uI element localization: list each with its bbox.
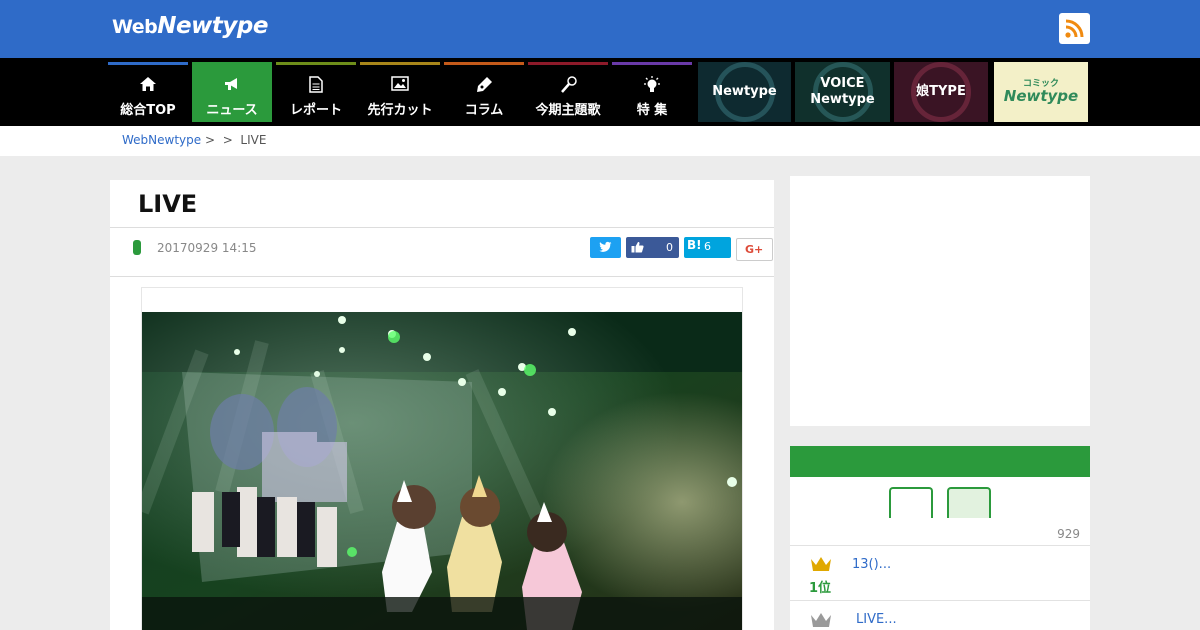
nav-color-bar bbox=[444, 62, 524, 65]
nav-color-bar bbox=[192, 62, 272, 65]
twitter-share-button[interactable] bbox=[590, 237, 621, 258]
hatena-count: 6 bbox=[704, 240, 711, 253]
logo-newtype-text: Newtype bbox=[157, 13, 268, 39]
banner-comic-newtype[interactable]: コミック Newtype bbox=[994, 62, 1088, 122]
hatena-bookmark-icon: B! bbox=[687, 238, 702, 252]
global-nav: 総合TOP ニュース レポート 先行カット コラム 今期主題歌 特 集 Newt… bbox=[0, 58, 1200, 126]
banner-musume-type[interactable]: 娘TYPE bbox=[894, 62, 988, 122]
hatena-bookmark-button[interactable]: B! 6 bbox=[684, 237, 731, 258]
nav-label: 特 集 bbox=[636, 103, 668, 118]
nav-label: コラム bbox=[464, 103, 504, 118]
pen-icon bbox=[476, 77, 492, 92]
logo-web-text: Web bbox=[112, 16, 158, 38]
banner-label-line1: VOICE bbox=[820, 75, 865, 91]
nav-item-report[interactable]: レポート bbox=[276, 62, 356, 122]
google-plus-button[interactable]: G+ bbox=[736, 238, 773, 261]
breadcrumb-separator: > bbox=[204, 133, 216, 147]
breadcrumb: WebNewtype > > LIVE bbox=[122, 133, 266, 147]
ranking-tab-active[interactable] bbox=[947, 487, 991, 518]
nav-item-preview-cut[interactable]: 先行カット bbox=[360, 62, 440, 122]
nav-color-bar bbox=[528, 62, 608, 65]
nav-label: 今期主題歌 bbox=[535, 103, 601, 118]
home-icon bbox=[140, 77, 156, 91]
rss-button[interactable] bbox=[1059, 13, 1090, 44]
ranking-item-title[interactable]: LIVE... bbox=[856, 612, 897, 627]
nav-label: 総合TOP bbox=[120, 103, 176, 118]
concert-photo bbox=[142, 312, 742, 630]
document-icon bbox=[309, 76, 323, 93]
banner-newtype[interactable]: Newtype bbox=[698, 62, 791, 122]
breadcrumb-separator: > bbox=[222, 133, 233, 147]
nav-item-feature[interactable]: 特 集 bbox=[612, 62, 692, 122]
nav-color-bar bbox=[360, 62, 440, 65]
ranking-widget: 929 1位 13()... LIVE... bbox=[790, 446, 1090, 630]
divider bbox=[790, 600, 1090, 601]
crown-icon bbox=[811, 613, 831, 627]
google-plus-icon: G+ bbox=[745, 243, 764, 256]
banner-voice-newtype[interactable]: VOICE Newtype bbox=[795, 62, 890, 122]
nav-label: レポート bbox=[289, 103, 342, 118]
nav-label: ニュース bbox=[206, 103, 258, 118]
banner-label: Newtype bbox=[712, 83, 777, 99]
breadcrumb-home-link[interactable]: WebNewtype bbox=[122, 133, 201, 147]
nav-color-bar bbox=[612, 62, 692, 65]
ranking-tab[interactable] bbox=[889, 487, 933, 518]
nav-color-bar bbox=[276, 62, 356, 65]
crown-icon bbox=[811, 557, 831, 571]
banner-label-main: Newtype bbox=[1003, 87, 1079, 105]
nav-color-bar bbox=[108, 62, 188, 65]
microphone-icon bbox=[560, 76, 577, 93]
divider bbox=[790, 545, 1090, 546]
ad-slot bbox=[790, 176, 1090, 426]
category-marker bbox=[133, 240, 141, 255]
breadcrumb-current: LIVE bbox=[240, 133, 267, 147]
article-card: LIVE 20170929 14:15 0 B! 6 G+ bbox=[110, 180, 774, 630]
nav-item-news[interactable]: ニュース bbox=[192, 62, 272, 122]
nav-item-top[interactable]: 総合TOP bbox=[108, 62, 188, 122]
article-date: 20170929 14:15 bbox=[157, 241, 257, 255]
nav-item-column[interactable]: コラム bbox=[444, 62, 524, 122]
site-header: WebNewtype bbox=[0, 0, 1200, 58]
thumbs-up-icon bbox=[631, 241, 644, 253]
like-count: 0 bbox=[666, 241, 673, 254]
rss-icon bbox=[1065, 19, 1084, 38]
divider bbox=[110, 227, 774, 228]
nav-item-theme-song[interactable]: 今期主題歌 bbox=[528, 62, 608, 122]
megaphone-icon bbox=[225, 78, 237, 90]
ranking-count: 929 bbox=[1057, 527, 1080, 541]
site-logo[interactable]: WebNewtype bbox=[112, 13, 268, 39]
image-icon bbox=[391, 76, 409, 91]
nav-label: 先行カット bbox=[367, 103, 433, 118]
banner-label-line2: Newtype bbox=[810, 92, 875, 107]
ranking-header bbox=[790, 446, 1090, 477]
article-photo[interactable] bbox=[142, 312, 742, 630]
banner-label: 娘TYPE bbox=[916, 83, 966, 99]
ranking-item-title[interactable]: 13()... bbox=[852, 557, 891, 572]
like-button[interactable]: 0 bbox=[626, 237, 679, 258]
lightbulb-icon bbox=[644, 76, 660, 92]
rank-number: 1位 bbox=[809, 581, 832, 596]
article-title: LIVE bbox=[138, 190, 198, 218]
twitter-icon bbox=[599, 241, 612, 252]
divider bbox=[110, 276, 774, 277]
breadcrumb-bar: WebNewtype > > LIVE bbox=[0, 126, 1200, 156]
